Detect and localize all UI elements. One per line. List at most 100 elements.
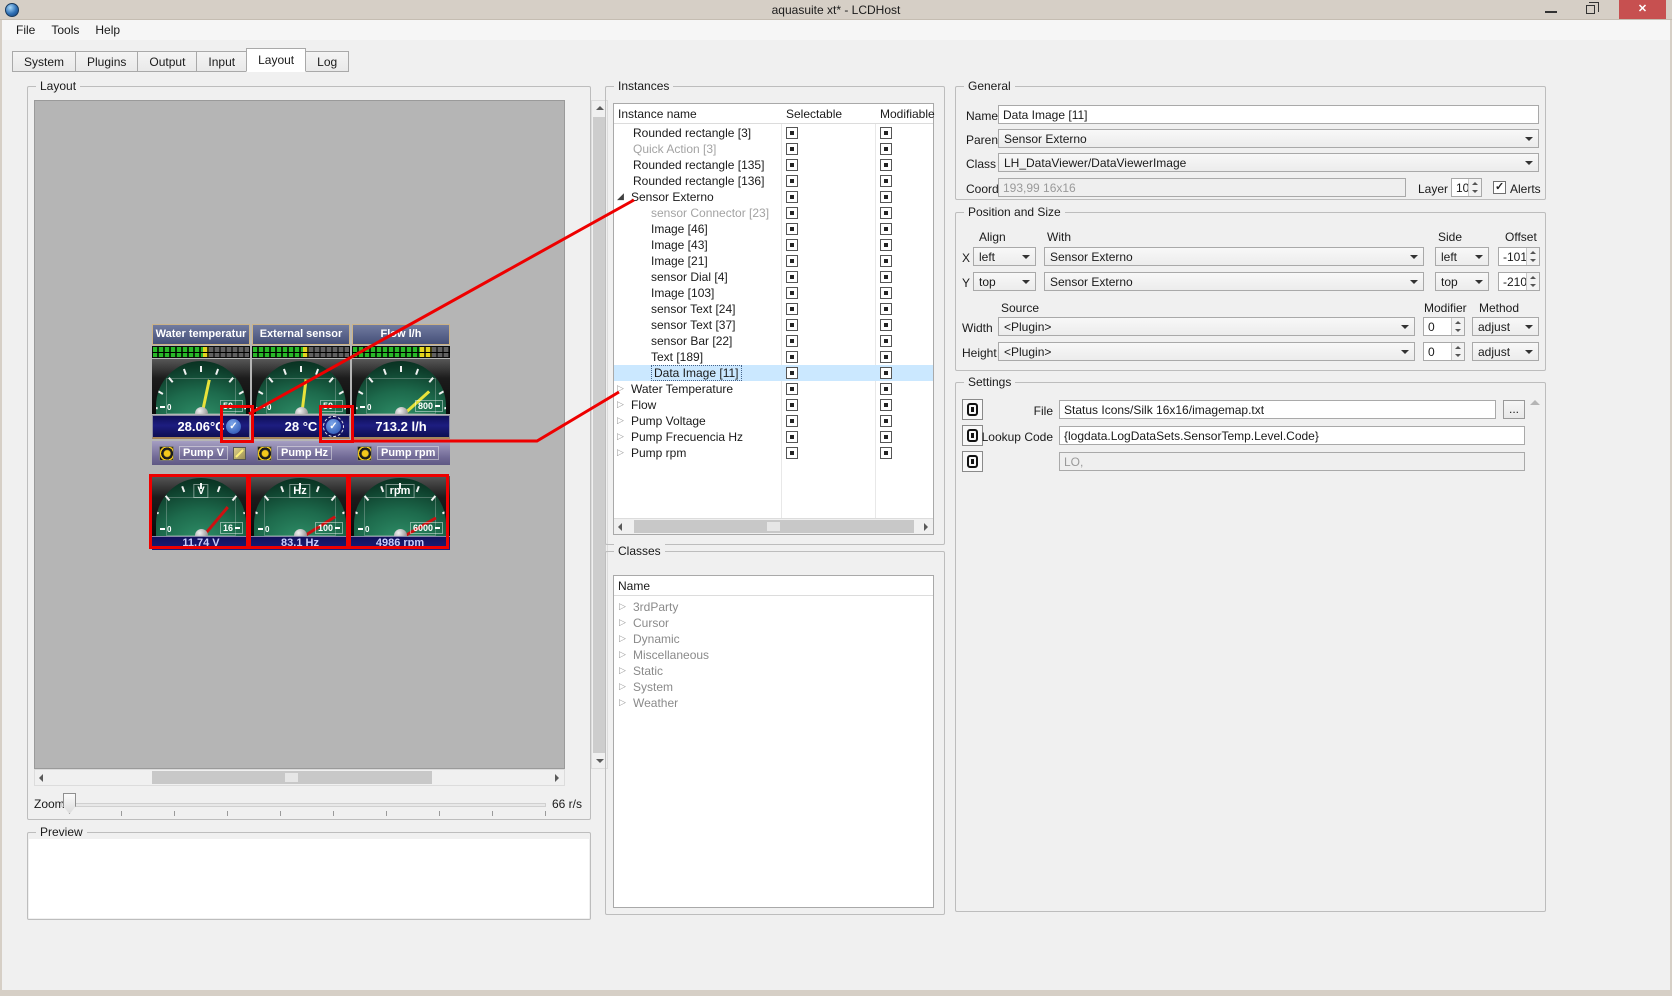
selectable-checkbox[interactable]: [786, 447, 798, 459]
modifiable-checkbox[interactable]: [880, 383, 892, 395]
class-row[interactable]: ▷ 3rdParty: [614, 599, 933, 615]
pump-cell[interactable]: Pump V: [152, 441, 250, 465]
instance-row[interactable]: ▷ Pump Voltage: [614, 413, 933, 429]
gauge-bezel[interactable]: V 0 16: [152, 476, 250, 536]
tab-input[interactable]: Input: [196, 51, 248, 72]
scroll-left-icon[interactable]: [35, 770, 50, 785]
edit-pencil-icon[interactable]: [232, 446, 246, 460]
instance-row[interactable]: ▷ Pump rpm: [614, 445, 933, 461]
instance-row[interactable]: Quick Action [3]: [614, 141, 933, 157]
modifiable-checkbox[interactable]: [880, 239, 892, 251]
instances-table-header[interactable]: Instance name Selectable Modifiable: [614, 104, 935, 124]
column-modifiable[interactable]: Modifiable: [880, 107, 935, 121]
instance-row[interactable]: Image [46]: [614, 221, 933, 237]
expand-arrow-icon[interactable]: ▷: [617, 415, 624, 426]
menu-tools[interactable]: Tools: [43, 20, 87, 40]
tab-layout[interactable]: Layout: [246, 48, 307, 72]
spinner-arrows-icon[interactable]: [1468, 179, 1481, 196]
lcd-column[interactable]: External sensor 0 50 28 °C ✓: [252, 324, 350, 439]
zoom-slider-track[interactable]: [61, 803, 546, 807]
instance-row[interactable]: ◢ Sensor Externo: [614, 189, 933, 205]
class-row[interactable]: ▷ Miscellaneous: [614, 647, 933, 663]
spinner-arrows-icon[interactable]: [1451, 343, 1464, 360]
class-row[interactable]: ▷ Dynamic: [614, 631, 933, 647]
x-side-select[interactable]: left: [1435, 247, 1489, 266]
pump-cell[interactable]: Pump Hz: [250, 441, 350, 465]
status-check-icon[interactable]: ✓: [323, 416, 344, 437]
width-modifier-spinner[interactable]: 0: [1423, 317, 1465, 336]
classes-table[interactable]: Name ▷ 3rdParty ▷ Cursor ▷ Dynamic ▷ Miscellane…: [613, 575, 934, 908]
instance-row[interactable]: Rounded rectangle [136]: [614, 173, 933, 189]
spinner-arrows-icon[interactable]: [1451, 318, 1464, 335]
modifiable-checkbox[interactable]: [880, 175, 892, 187]
titlebar[interactable]: aquasuite xt* - LCDHost ✕: [0, 0, 1672, 20]
horizontal-scroll-thumb[interactable]: [152, 771, 432, 784]
column-instance-name[interactable]: Instance name: [618, 107, 697, 121]
alerts-checkbox[interactable]: [1493, 180, 1506, 194]
tab-output[interactable]: Output: [137, 51, 198, 72]
settings-scroll-up-icon[interactable]: [1530, 400, 1540, 405]
selectable-checkbox[interactable]: [786, 191, 798, 203]
x-offset-spinner[interactable]: -101: [1498, 247, 1540, 266]
column-selectable[interactable]: Selectable: [786, 107, 842, 121]
instance-row[interactable]: Image [43]: [614, 237, 933, 253]
selectable-checkbox[interactable]: [786, 239, 798, 251]
modifiable-checkbox[interactable]: [880, 127, 892, 139]
selectable-checkbox[interactable]: [786, 175, 798, 187]
tab-log[interactable]: Log: [305, 51, 350, 72]
x-align-select[interactable]: left: [973, 247, 1036, 266]
canvas-horizontal-scrollbar[interactable]: [34, 769, 565, 786]
instance-row[interactable]: Rounded rectangle [135]: [614, 157, 933, 173]
modifiable-checkbox[interactable]: [880, 303, 892, 315]
spinner-arrows-icon[interactable]: [1526, 248, 1539, 265]
close-button[interactable]: ✕: [1619, 0, 1666, 19]
tab-system[interactable]: System: [12, 51, 77, 72]
expand-arrow-icon[interactable]: ▷: [619, 617, 626, 628]
gauge-bezel[interactable]: Hz 0 100: [250, 476, 350, 536]
instance-row[interactable]: Data Image [11]: [614, 365, 933, 381]
selectable-checkbox[interactable]: [786, 319, 798, 331]
instance-row[interactable]: sensor Bar [22]: [614, 333, 933, 349]
expand-arrow-icon[interactable]: ▷: [619, 633, 626, 644]
instance-row[interactable]: sensor Connector [23]: [614, 205, 933, 221]
instances-horizontal-scrollbar[interactable]: [614, 518, 933, 534]
modifiable-checkbox[interactable]: [880, 447, 892, 459]
selectable-checkbox[interactable]: [786, 255, 798, 267]
lcd-column[interactable]: Flow l/h 0 800 713.2 l/h: [352, 324, 450, 439]
y-with-select[interactable]: Sensor Externo: [1044, 272, 1424, 291]
width-method-select[interactable]: adjust: [1472, 317, 1539, 336]
selectable-checkbox[interactable]: [786, 271, 798, 283]
layout-canvas[interactable]: Water temperatur 0 50 28.06°C ✓ External sens…: [34, 100, 565, 769]
modifiable-checkbox[interactable]: [880, 319, 892, 331]
instance-row[interactable]: Image [103]: [614, 285, 933, 301]
spinner-arrows-icon[interactable]: [1526, 273, 1539, 290]
x-with-select[interactable]: Sensor Externo: [1044, 247, 1424, 266]
menu-help[interactable]: Help: [87, 20, 128, 40]
instance-row[interactable]: sensor Dial [4]: [614, 269, 933, 285]
selectable-checkbox[interactable]: [786, 127, 798, 139]
menu-file[interactable]: File: [8, 20, 43, 40]
modifiable-checkbox[interactable]: [880, 255, 892, 267]
instances-table[interactable]: Instance name Selectable Modifiable Roun…: [613, 103, 935, 535]
class-row[interactable]: ▷ Weather: [614, 695, 933, 711]
name-input[interactable]: Data Image [11]: [998, 105, 1539, 124]
layer-spinner[interactable]: 10: [1451, 178, 1482, 197]
expand-arrow-icon[interactable]: ▷: [619, 601, 626, 612]
gauge-bezel[interactable]: rpm 0 6000: [350, 476, 450, 536]
selectable-checkbox[interactable]: [786, 303, 798, 315]
lcd-bottom-block[interactable]: V 0 16 Hz 0 100 rpm 0 6000 11.74 V 83.1 Hz 4986 rp…: [152, 476, 450, 550]
modifiable-checkbox[interactable]: [880, 207, 892, 219]
file-input[interactable]: Status Icons/Silk 16x16/imagemap.txt: [1059, 400, 1496, 419]
lcd-top-row[interactable]: Water temperatur 0 50 28.06°C ✓ External sens…: [152, 324, 450, 439]
lcd-pump-band[interactable]: Pump V Pump Hz Pump rpm: [152, 441, 450, 465]
expand-arrow-icon[interactable]: ▷: [619, 649, 626, 660]
expand-arrow-icon[interactable]: ▷: [619, 665, 626, 676]
class-row[interactable]: ▷ Cursor: [614, 615, 933, 631]
status-check-icon[interactable]: ✓: [226, 419, 241, 434]
modifiable-checkbox[interactable]: [880, 287, 892, 299]
scroll-right-icon[interactable]: [918, 519, 933, 534]
expand-arrow-icon[interactable]: ▷: [617, 399, 624, 410]
height-modifier-spinner[interactable]: 0: [1423, 342, 1465, 361]
minimize-button[interactable]: [1536, 0, 1566, 19]
parent-select[interactable]: Sensor Externo: [998, 129, 1539, 148]
